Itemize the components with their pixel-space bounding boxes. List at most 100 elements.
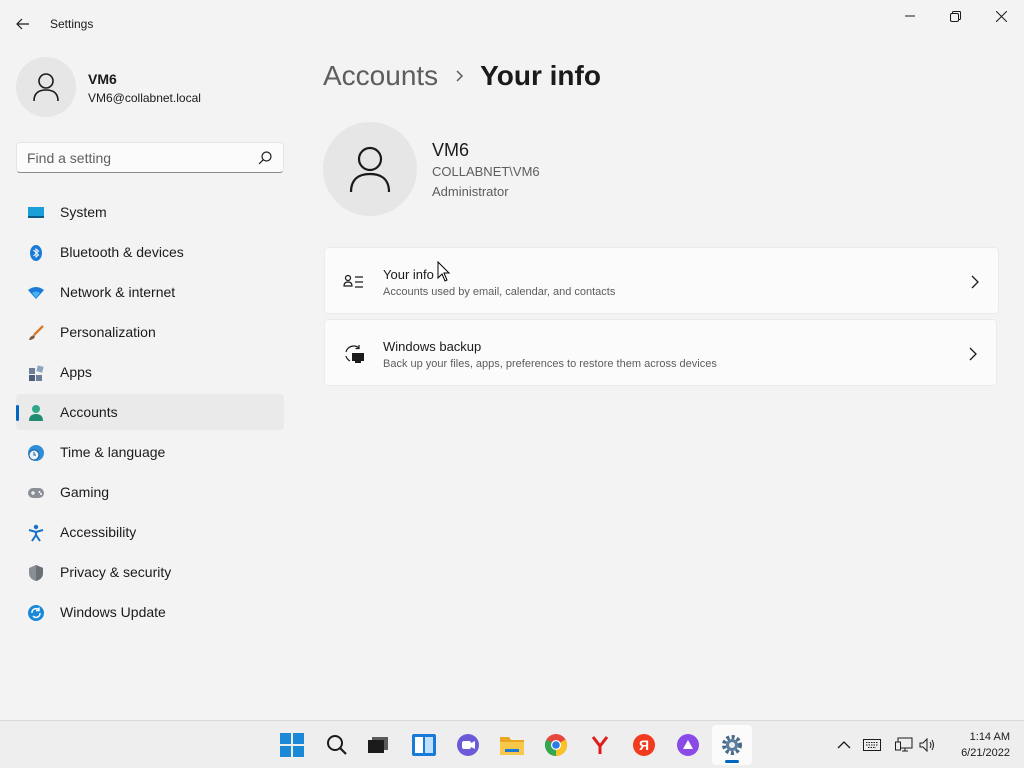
start-button[interactable] xyxy=(272,725,312,765)
sidebar-item-privacy-security[interactable]: Privacy & security xyxy=(16,554,284,590)
clock-date: 6/21/2022 xyxy=(961,747,1010,759)
task-view-button[interactable] xyxy=(358,725,398,765)
card-subtitle: Accounts used by email, calendar, and co… xyxy=(383,286,616,298)
sidebar-item-label: Apps xyxy=(60,364,92,380)
sidebar-item-windows-update[interactable]: Windows Update xyxy=(16,594,284,630)
window-title: Settings xyxy=(50,17,94,31)
network-icon[interactable] xyxy=(894,735,914,755)
card-title: Windows backup xyxy=(383,339,482,354)
widgets-button[interactable] xyxy=(404,725,444,765)
alice-icon xyxy=(677,734,699,756)
settings-taskbar-button[interactable] xyxy=(712,725,752,765)
sidebar-item-label: Accessibility xyxy=(60,524,137,540)
clock-time: 1:14 AM xyxy=(969,731,1010,743)
restore-button[interactable] xyxy=(932,0,978,32)
keyboard-icon[interactable] xyxy=(862,735,882,755)
alice-button[interactable] xyxy=(668,725,708,765)
backup-sync-icon xyxy=(345,345,364,363)
sidebar-item-system[interactable]: System xyxy=(16,194,284,230)
close-button[interactable] xyxy=(978,0,1024,32)
back-button[interactable] xyxy=(8,10,38,38)
sidebar-item-label: Windows Update xyxy=(60,604,166,620)
sidebar-profile[interactable]: VM6 VM6@collabnet.local xyxy=(16,57,286,117)
user-header: VM6 COLLABNET\VM6 Administrator xyxy=(323,122,923,216)
user-name: VM6 xyxy=(432,140,470,160)
user-domain: COLLABNET\VM6 xyxy=(432,164,540,179)
profile-name: VM6 xyxy=(88,71,117,87)
close-icon xyxy=(995,10,1007,22)
person-avatar-icon xyxy=(349,146,391,193)
sidebar-item-label: System xyxy=(60,204,107,220)
chrome-button[interactable] xyxy=(536,725,576,765)
file-explorer-button[interactable] xyxy=(492,725,532,765)
chrome-icon xyxy=(545,734,567,756)
search-box[interactable] xyxy=(16,142,284,173)
chat-button[interactable] xyxy=(448,725,488,765)
contact-card-icon xyxy=(343,274,363,288)
sidebar-item-bluetooth[interactable]: Bluetooth & devices xyxy=(16,234,284,270)
avatar xyxy=(16,57,76,117)
svg-text:Я: Я xyxy=(639,737,649,753)
sidebar-item-accounts[interactable]: Accounts xyxy=(16,394,284,430)
back-arrow-icon xyxy=(16,18,29,30)
task-view-icon xyxy=(368,737,388,753)
sidebar-item-gaming[interactable]: Gaming xyxy=(16,474,284,510)
avatar-large xyxy=(323,122,417,216)
chevron-right-icon xyxy=(971,275,979,289)
breadcrumb: Accounts Your info xyxy=(323,58,601,94)
windows-logo-icon xyxy=(280,733,304,757)
breadcrumb-parent[interactable]: Accounts xyxy=(323,60,438,92)
yandex-button[interactable]: Я xyxy=(624,725,664,765)
yandex-browser-button[interactable] xyxy=(580,725,620,765)
minimize-icon xyxy=(905,15,915,17)
chevron-right-icon xyxy=(456,70,464,82)
card-subtitle: Back up your files, apps, preferences to… xyxy=(383,358,717,370)
folder-icon xyxy=(500,737,524,755)
chat-icon xyxy=(457,734,479,756)
minimize-button[interactable] xyxy=(887,0,933,32)
restore-icon xyxy=(949,10,961,22)
sidebar-item-accessibility[interactable]: Accessibility xyxy=(16,514,284,550)
yandex-browser-icon xyxy=(591,736,609,754)
profile-email: VM6@collabnet.local xyxy=(88,91,201,105)
search-icon xyxy=(258,151,272,165)
sidebar-item-label: Personalization xyxy=(60,324,156,340)
sidebar-item-time-language[interactable]: Time & language xyxy=(16,434,284,470)
sidebar-nav: System Bluetooth & devices Network & int… xyxy=(16,194,284,634)
sidebar-item-apps[interactable]: Apps xyxy=(16,354,284,390)
accessibility-icon xyxy=(27,524,45,542)
sidebar-item-label: Privacy & security xyxy=(60,564,172,580)
sidebar-item-label: Network & internet xyxy=(60,284,176,300)
sidebar-item-label: Gaming xyxy=(60,484,110,500)
sidebar-item-personalization[interactable]: Personalization xyxy=(16,314,284,350)
windows-backup-card[interactable]: Windows backup Back up your files, apps,… xyxy=(324,319,997,386)
volume-icon[interactable] xyxy=(918,735,938,755)
person-icon xyxy=(27,404,45,422)
gear-icon xyxy=(722,735,742,755)
mouse-cursor-icon xyxy=(437,261,451,282)
search-icon xyxy=(327,735,347,755)
search-input[interactable] xyxy=(27,149,247,167)
your-info-card[interactable]: Your info Accounts used by email, calend… xyxy=(324,247,999,314)
shield-icon xyxy=(27,564,45,582)
wifi-icon xyxy=(27,284,45,302)
widgets-icon xyxy=(412,734,436,756)
card-title: Your info xyxy=(383,267,434,282)
brush-icon xyxy=(27,324,45,342)
chevron-up-icon[interactable] xyxy=(834,735,854,755)
gamepad-icon xyxy=(27,484,45,502)
taskbar: Я 1:14 AM 6/21/2022 xyxy=(0,720,1024,768)
update-icon xyxy=(27,604,45,622)
page-title: Your info xyxy=(480,60,601,91)
person-avatar-icon xyxy=(33,73,59,102)
sidebar-item-label: Time & language xyxy=(60,444,166,460)
sidebar-item-label: Accounts xyxy=(60,404,118,420)
chevron-right-icon xyxy=(969,347,977,361)
clock-globe-icon xyxy=(27,444,45,462)
taskbar-search-button[interactable] xyxy=(317,725,357,765)
sidebar-item-network[interactable]: Network & internet xyxy=(16,274,284,310)
monitor-icon xyxy=(27,204,45,222)
title-bar: Settings xyxy=(0,0,1024,48)
taskbar-clock[interactable]: 1:14 AM 6/21/2022 xyxy=(944,729,1010,761)
user-role: Administrator xyxy=(432,184,509,199)
